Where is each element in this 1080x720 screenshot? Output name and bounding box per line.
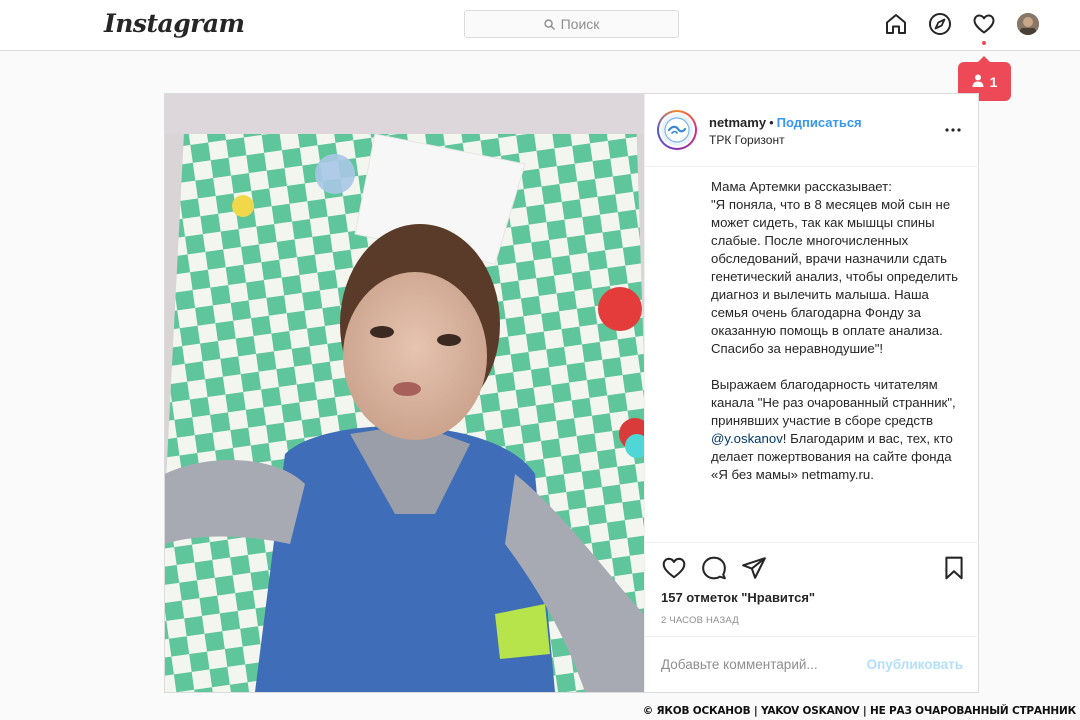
post-sidebar: netmamy • Подписаться ТРК Горизонт Мама Ар… xyxy=(644,94,979,692)
instagram-logo[interactable]: Instagram xyxy=(104,9,245,38)
post-location[interactable]: ТРК Горизонт xyxy=(709,133,785,147)
post-photo xyxy=(165,94,644,692)
bookmark-icon[interactable] xyxy=(941,555,967,581)
profile-avatar[interactable] xyxy=(1017,13,1039,35)
copyright-watermark: © ЯКОВ ОСКАНОВ | YAKOV OSKANOV | НЕ РАЗ … xyxy=(642,705,1076,717)
post-card: netmamy • Подписаться ТРК Горизонт Мама Ар… xyxy=(164,93,979,693)
author-username[interactable]: netmamy xyxy=(709,115,766,130)
top-navigation-bar: Instagram Поиск xyxy=(0,0,1080,51)
add-comment-bar: Добавьте комментарий... Опубликовать xyxy=(645,636,979,692)
comment-input[interactable]: Добавьте комментарий... xyxy=(661,657,818,672)
search-icon xyxy=(543,18,555,30)
explore-icon[interactable] xyxy=(928,12,952,36)
more-options-icon[interactable] xyxy=(941,120,965,140)
search-input[interactable]: Поиск xyxy=(464,10,679,38)
publish-button[interactable]: Опубликовать xyxy=(867,657,963,672)
post-timestamp[interactable]: 2 ЧАСОВ НАЗАД xyxy=(661,615,739,626)
netmamy-logo-icon xyxy=(661,114,693,146)
post-actions: 157 отметок "Нравится" 2 ЧАСОВ НАЗАД Доб… xyxy=(645,542,979,692)
search-placeholder: Поиск xyxy=(560,16,600,32)
caption-text: Мама Артемки рассказывает: "Я поняла, чт… xyxy=(711,179,959,428)
activity-heart-icon[interactable] xyxy=(972,12,996,36)
post-header: netmamy • Подписаться ТРК Горизонт xyxy=(645,94,979,167)
like-heart-icon[interactable] xyxy=(661,555,687,581)
notification-dot xyxy=(982,41,986,45)
post-caption: Мама Артемки рассказывает: "Я поняла, чт… xyxy=(711,178,959,538)
author-avatar[interactable] xyxy=(657,110,697,150)
person-icon xyxy=(972,74,984,90)
share-send-icon[interactable] xyxy=(741,555,767,581)
author-line: netmamy • Подписаться xyxy=(709,115,862,130)
follow-button[interactable]: Подписаться xyxy=(777,115,862,130)
comment-icon[interactable] xyxy=(701,555,727,581)
caption-mention-link[interactable]: @y.oskanov xyxy=(711,431,783,446)
notification-count: 1 xyxy=(989,73,998,90)
home-icon[interactable] xyxy=(884,12,908,36)
separator-dot: • xyxy=(769,115,774,130)
likes-count[interactable]: 157 отметок "Нравится" xyxy=(661,590,815,605)
